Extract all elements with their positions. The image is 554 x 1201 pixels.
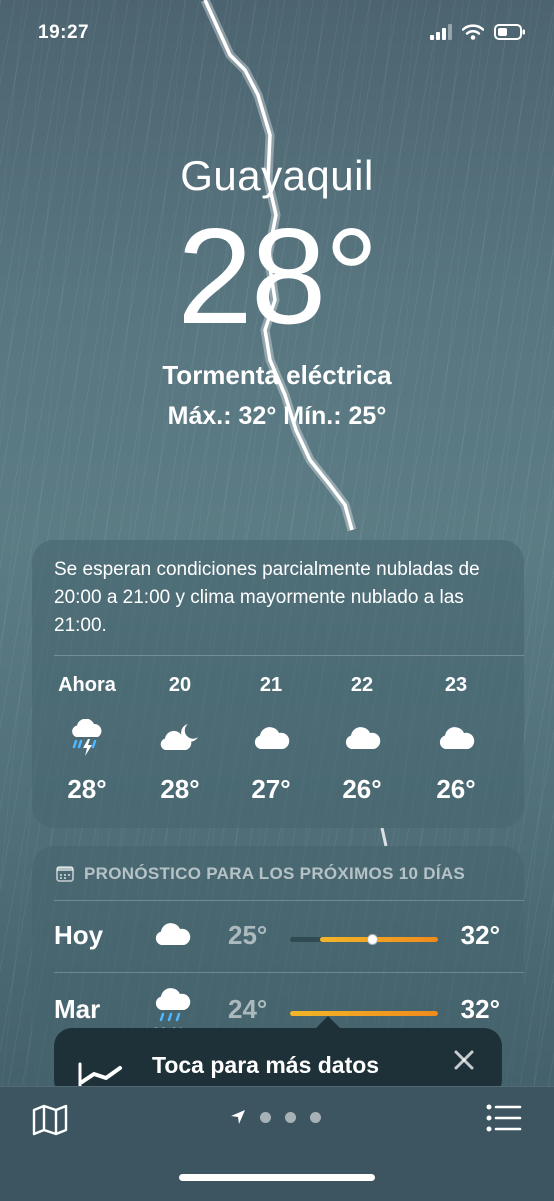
hour-temp: 28° [160, 774, 200, 804]
hour-temp: 26° [342, 774, 382, 804]
hour-label: 23 [444, 674, 468, 696]
temp-range-fill [290, 1011, 438, 1016]
tooltip-text: Toca para más datos [152, 1052, 380, 1078]
bottom-toolbar [0, 1086, 554, 1201]
partly-cloudy-night-icon [140, 710, 220, 766]
card-divider [54, 972, 524, 973]
forecast-summary: Se esperan condiciones parcialmente nubl… [54, 559, 480, 636]
temp-range-fill [319, 937, 438, 942]
thunderstorm-icon [47, 710, 127, 766]
cloud-icon [152, 914, 192, 959]
status-icons [430, 24, 526, 40]
cloud-icon [231, 710, 311, 766]
day-low-temp: 25° [228, 920, 268, 950]
hour-item: 20 28° [140, 674, 220, 805]
map-icon[interactable] [32, 1103, 68, 1137]
page-dot [310, 1111, 321, 1123]
list-icon[interactable] [486, 1103, 522, 1133]
status-time: 19:27 [38, 22, 90, 43]
daily-forecast-title: PRONÓSTICO PARA LOS PRÓXIMOS 10 DÍAS [84, 864, 466, 883]
day-high-temp: 32° [460, 994, 500, 1024]
current-temp-marker [367, 934, 379, 945]
page-dot [285, 1111, 296, 1123]
hour-temp: 27° [251, 774, 291, 804]
status-bar: 19:27 [0, 0, 554, 64]
cloud-icon [416, 710, 496, 766]
hour-item: 22 26° [322, 674, 402, 805]
cloud-icon [322, 710, 402, 766]
page-indicator[interactable] [230, 1109, 321, 1125]
daily-forecast-header: PRONÓSTICO PARA LOS PRÓXIMOS 10 DÍAS [56, 864, 465, 884]
hourly-forecast-card[interactable]: Se esperan condiciones parcialmente nubl… [32, 540, 524, 828]
current-temperature: 28° [177, 200, 379, 352]
home-indicator [179, 1174, 375, 1181]
battery-icon [494, 24, 525, 40]
hour-label: 20 [168, 674, 192, 696]
page-dot [260, 1111, 271, 1123]
hour-item: 23 26° [416, 674, 496, 805]
hour-label: 22 [350, 674, 374, 696]
hour-item: 21 27° [231, 674, 311, 805]
location-arrow-icon [231, 1110, 245, 1124]
current-condition: Tormenta eléctrica [162, 360, 392, 390]
hour-temp: 26° [436, 774, 476, 804]
hour-label: Ahora [58, 674, 116, 696]
temp-range-bar [290, 1011, 438, 1016]
calendar-icon [56, 866, 74, 882]
chart-icon [78, 1062, 122, 1088]
day-name: Mar [54, 994, 101, 1024]
signal-icon [430, 24, 452, 40]
hour-temp: 28° [67, 774, 107, 804]
wifi-icon [462, 24, 484, 40]
tooltip-arrow [316, 1016, 340, 1028]
day-high-temp: 32° [460, 920, 500, 950]
hour-label: 21 [259, 674, 283, 696]
day-row-today[interactable]: Hoy 25° 32° [32, 900, 524, 972]
card-divider [54, 655, 524, 656]
city-name: Guayaquil [180, 152, 374, 199]
day-low-temp: 24° [228, 994, 268, 1024]
close-icon[interactable] [452, 1048, 476, 1072]
day-name: Hoy [54, 920, 104, 950]
high-low-temperature: Máx.: 32° Mín.: 25° [167, 402, 387, 430]
hour-item: Ahora 28° [47, 674, 127, 805]
hourly-list[interactable]: Ahora 28° 20 28° 21 27° 22 26° 23 26° [32, 674, 524, 814]
temp-range-bar [290, 934, 438, 945]
